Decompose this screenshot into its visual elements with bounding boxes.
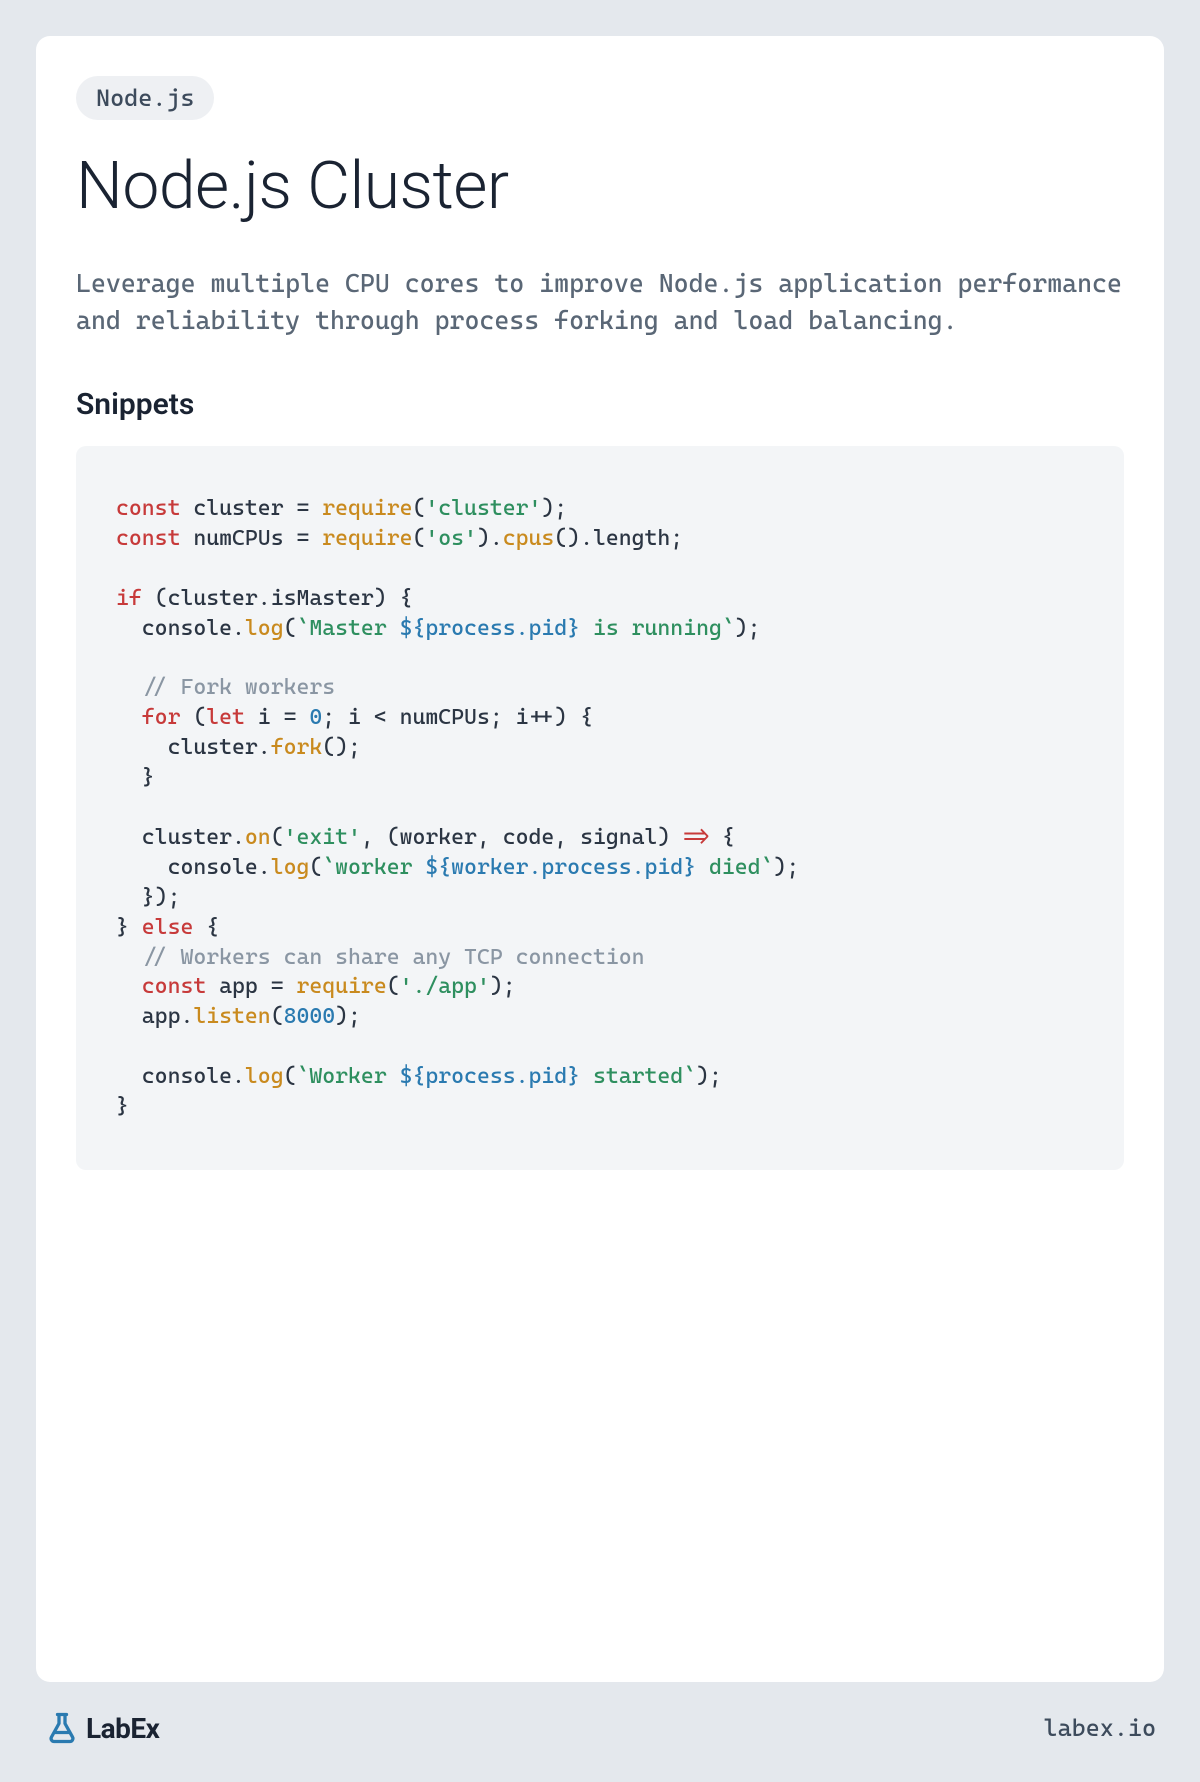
technology-tag: Node.js [76, 76, 214, 120]
brand-name: LabEx [86, 1712, 159, 1745]
page-description: Leverage multiple CPU cores to improve N… [76, 265, 1124, 339]
snippets-heading: Snippets [76, 387, 1124, 422]
code-snippet-block: const cluster = require('cluster'); cons… [76, 446, 1124, 1170]
page-footer: LabEx labex.io [36, 1682, 1164, 1746]
brand-logo[interactable]: LabEx [44, 1710, 159, 1746]
flask-icon [44, 1710, 80, 1746]
content-card: Node.js Node.js Cluster Leverage multipl… [36, 36, 1164, 1682]
page-title: Node.js Cluster [76, 148, 1124, 225]
code-content[interactable]: const cluster = require('cluster'); cons… [116, 494, 1084, 1122]
brand-url[interactable]: labex.io [1044, 1714, 1157, 1742]
